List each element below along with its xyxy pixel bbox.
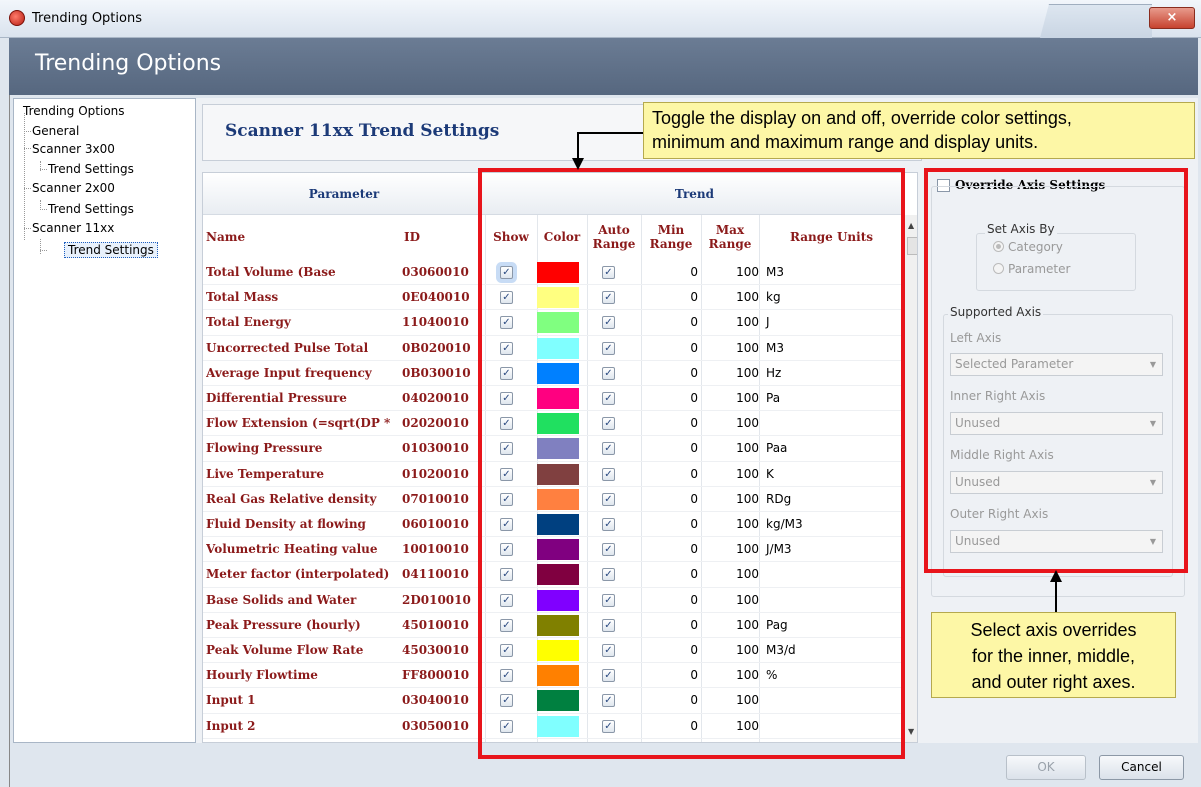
parameter-id: FF800010	[402, 668, 470, 683]
parameter-id: 03060010	[402, 265, 469, 279]
callout-arrow-icon	[572, 132, 643, 170]
parameter-id: 10010010	[402, 542, 469, 557]
parameter-name: Total Volume (Base	[206, 265, 336, 279]
options-tree: Trending Options General Scanner 3x00 Tr…	[13, 98, 196, 743]
parameter-name: Total Energy	[206, 315, 291, 330]
page-title: Trending Options	[35, 51, 222, 76]
parameter-name: Peak Pressure (hourly)	[206, 617, 361, 632]
column-header-name[interactable]: Name	[206, 215, 401, 259]
tree-item-scanner-2x00[interactable]: Scanner 2x00	[32, 181, 115, 195]
tree-item-root[interactable]: Trending Options	[23, 104, 125, 118]
trend-highlight-box	[478, 168, 905, 759]
tree-item-scanner-11xx[interactable]: Scanner 11xx	[32, 221, 114, 235]
parameter-name: Flowing Pressure	[206, 441, 323, 456]
settings-title: Scanner 11xx Trend Settings	[225, 121, 500, 141]
parameter-id: 01020010	[402, 466, 469, 481]
callout-arrow-icon	[1050, 570, 1062, 612]
parameter-id: 03040010	[402, 693, 469, 708]
parameter-name: Meter factor (interpolated)	[206, 567, 390, 582]
callout-trend-info: Toggle the display on and off, override …	[643, 102, 1195, 159]
parameter-id: 04020010	[402, 391, 469, 405]
parameter-id: 0E040010	[402, 290, 470, 305]
parameter-id: 2D010010	[402, 592, 471, 607]
parameter-name: Total Mass	[206, 290, 279, 305]
parameter-name: Peak Volume Flow Rate	[206, 643, 364, 657]
parameter-name: Hourly Flowtime	[206, 668, 318, 683]
grid-vertical-scrollbar[interactable]: ▲ ▼	[904, 215, 917, 742]
parameter-id: 06010010	[402, 517, 469, 531]
parameter-name: Base Solids and Water	[206, 592, 357, 607]
parameter-name: Input 2	[206, 718, 256, 733]
parameter-id: 45030010	[402, 643, 469, 657]
parameter-name: Differential Pressure	[206, 391, 347, 405]
window-title: Trending Options	[32, 11, 142, 26]
header-band: Trending Options	[9, 38, 1198, 95]
parameter-name: Real Gas Relative density	[206, 491, 377, 506]
tree-guide-line	[24, 113, 25, 240]
titlebar-tab-slot	[1040, 4, 1152, 38]
column-header-id[interactable]: ID	[404, 215, 480, 259]
tree-item-trend-settings-2x00[interactable]: Trend Settings	[48, 202, 134, 216]
window-titlebar: Trending Options ×	[0, 0, 1201, 38]
close-button[interactable]: ×	[1149, 7, 1195, 29]
callout-axis-info: Select axis overrides for the inner, mid…	[931, 612, 1176, 698]
app-logo-icon	[9, 10, 25, 26]
parameter-id: 04110010	[402, 567, 469, 582]
parameter-name: Uncorrected Pulse Total	[206, 340, 369, 355]
tree-item-scanner-3x00[interactable]: Scanner 3x00	[32, 142, 115, 156]
parameter-name: Input 1	[206, 693, 256, 708]
cancel-button[interactable]: Cancel	[1099, 755, 1184, 780]
scroll-up-arrow-icon[interactable]: ▲	[908, 221, 914, 230]
parameter-name: Average Input frequency	[206, 365, 372, 380]
scroll-down-arrow-icon[interactable]: ▼	[908, 727, 914, 736]
parameter-name: Flow Extension (=sqrt(DP *	[206, 416, 391, 431]
group-header-parameter: Parameter	[203, 173, 485, 215]
parameter-name: Live Temperature	[206, 466, 325, 481]
ok-button[interactable]: OK	[1006, 755, 1086, 780]
parameter-id: 07010010	[402, 491, 469, 506]
parameter-id: 0B020010	[402, 340, 471, 355]
tree-guide-line	[40, 239, 41, 254]
frame-border	[9, 95, 10, 787]
tree-item-general[interactable]: General	[32, 124, 79, 138]
parameter-id: 45010010	[402, 617, 469, 632]
parameter-id: 0B030010	[402, 365, 471, 380]
parameter-id: 03050010	[402, 718, 469, 733]
parameter-id: 01030010	[402, 441, 469, 456]
parameter-id: 11040010	[402, 315, 469, 330]
parameter-id: 02020010	[402, 416, 469, 431]
tree-item-trend-settings-3x00[interactable]: Trend Settings	[48, 162, 134, 176]
tree-item-trend-settings-11xx[interactable]: Trend Settings	[64, 242, 158, 258]
axis-highlight-box	[924, 168, 1188, 573]
parameter-name: Fluid Density at flowing	[206, 517, 366, 531]
scroll-thumb[interactable]	[907, 237, 917, 255]
parameter-name: Volumetric Heating value	[206, 542, 378, 557]
